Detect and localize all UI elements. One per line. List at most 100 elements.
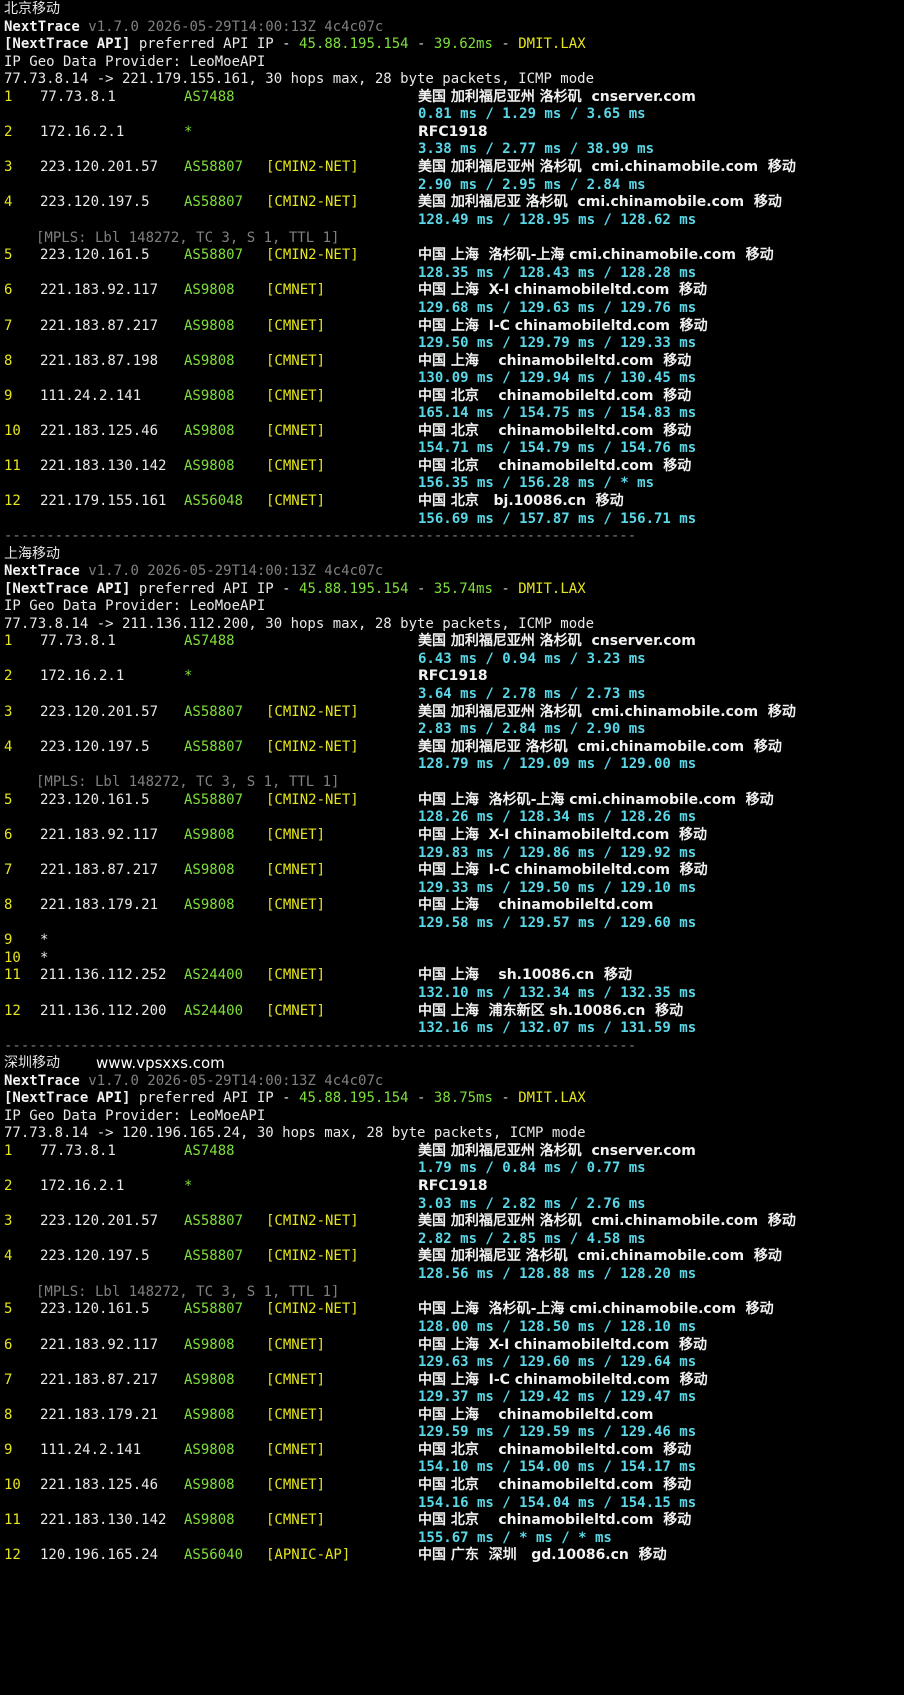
hop-asn: AS7488 — [184, 633, 235, 649]
hop-ip: 172.16.2.1 — [40, 1178, 125, 1194]
hop-number: 3 — [4, 159, 13, 175]
hop-ip: 172.16.2.1 — [40, 668, 125, 684]
hop-latency: 128.79 ms / 129.09 ms / 129.00 ms — [418, 756, 697, 772]
hop-row: 6 221.183.92.117 AS9808 [CMNET] 中国 上海 X-I ch… — [4, 826, 900, 845]
hop-netname: [CMNET] — [266, 282, 326, 298]
hop-latency: 129.50 ms / 129.79 ms / 129.33 ms — [418, 335, 697, 351]
hop-netname: [CMNET] — [266, 967, 326, 983]
hop-latency: 1.79 ms / 0.84 ms / 0.77 ms — [418, 1160, 646, 1176]
hop-netname: [CMNET] — [266, 1512, 326, 1528]
hop-asn: * — [184, 1178, 193, 1194]
hop-netname: [CMIN2-NET] — [266, 194, 359, 210]
hop-asn: AS9808 — [184, 1512, 235, 1528]
hop-ip: 120.196.165.24 — [40, 1547, 159, 1563]
provider-line: IP Geo Data Provider: LeoMoeAPI — [4, 597, 900, 616]
hop-netname: [CMIN2-NET] — [266, 1213, 359, 1229]
hop-time-row: 129.68 ms / 129.63 ms / 129.76 ms — [4, 299, 900, 318]
hop-row: 6 221.183.92.117 AS9808 [CMNET] 中国 上海 X-I ch… — [4, 281, 900, 300]
hop-time-row: 128.00 ms / 128.50 ms / 128.10 ms — [4, 1318, 900, 1337]
api-label: [NextTrace API] — [4, 1090, 131, 1106]
hop-ip: 211.136.112.252 — [40, 967, 167, 983]
hop-time-row: 129.63 ms / 129.60 ms / 129.64 ms — [4, 1353, 900, 1372]
hop-ip: 223.120.201.57 — [40, 1213, 159, 1229]
hop-geo: 中国 北京 bj.10086.cn 移动 — [418, 493, 624, 509]
hop-geo: RFC1918 — [418, 668, 488, 684]
api-text: preferred API IP - — [138, 1090, 291, 1106]
hop-geo: 美国 加利福尼亚 洛杉矶 cmi.chinamobile.com 移动 — [418, 1248, 782, 1264]
hop-row: 9 * — [4, 931, 900, 950]
hop-ip: 223.120.161.5 — [40, 1301, 150, 1317]
hop-row: 5 223.120.161.5 AS58807 [CMIN2-NET] 中国 上海 洛杉… — [4, 1300, 900, 1319]
hop-number: 8 — [4, 897, 13, 913]
hop-asn: * — [184, 668, 193, 684]
trace-target: 77.73.8.14 -> 221.179.155.161, 30 hops m… — [4, 71, 595, 87]
provider-text: IP Geo Data Provider: LeoMoeAPI — [4, 598, 266, 614]
hop-latency: 165.14 ms / 154.75 ms / 154.83 ms — [418, 405, 697, 421]
hop-geo: 美国 加利福尼亚州 洛杉矶 cmi.chinamobile.com 移动 — [418, 1213, 796, 1229]
api-latency: 38.75ms — [433, 1090, 493, 1106]
hop-asn: AS9808 — [184, 862, 235, 878]
mpls-row: [MPLS: Lbl 148272, TC 3, S 1, TTL 1] — [4, 773, 900, 792]
hop-number: 11 — [4, 1512, 21, 1528]
hop-latency: 128.56 ms / 128.88 ms / 128.20 ms — [418, 1266, 697, 1282]
hop-geo: 美国 加利福尼亚 洛杉矶 cmi.chinamobile.com 移动 — [418, 194, 782, 210]
hop-asn: AS9808 — [184, 282, 235, 298]
hop-netname: [APNIC-AP] — [266, 1547, 351, 1563]
hop-time-row: 3.38 ms / 2.77 ms / 38.99 ms — [4, 140, 900, 159]
api-ip: 45.88.195.154 — [299, 1090, 409, 1106]
hop-row: 2 172.16.2.1 * RFC1918 — [4, 667, 900, 686]
hop-number: 4 — [4, 1248, 13, 1264]
hop-latency: 132.16 ms / 132.07 ms / 131.59 ms — [418, 1020, 697, 1036]
hop-asn: AS58807 — [184, 1213, 244, 1229]
trace-target: 77.73.8.14 -> 120.196.165.24, 30 hops ma… — [4, 1125, 586, 1141]
hop-geo: 中国 北京 chinamobileltd.com 移动 — [418, 1477, 692, 1493]
api-label: [NextTrace API] — [4, 581, 131, 597]
hop-time-row: 3.64 ms / 2.78 ms / 2.73 ms — [4, 685, 900, 704]
hop-asn: AS58807 — [184, 194, 244, 210]
section-separator: ----------------------------------------… — [4, 527, 900, 546]
hop-ip: 221.179.155.161 — [40, 493, 167, 509]
section-title-text: 上海移动 — [4, 546, 60, 562]
trace-target: 77.73.8.14 -> 211.136.112.200, 30 hops m… — [4, 616, 595, 632]
hop-number: 11 — [4, 967, 21, 983]
hop-row: 11 221.183.130.142 AS9808 [CMNET] 中国 北京 chin… — [4, 1511, 900, 1530]
hop-latency: 128.00 ms / 128.50 ms / 128.10 ms — [418, 1319, 697, 1335]
hop-latency: 128.49 ms / 128.95 ms / 128.62 ms — [418, 212, 697, 228]
hop-row: 12 120.196.165.24 AS56040 [APNIC-AP] 中国 广东 深… — [4, 1546, 900, 1565]
trace-line: 77.73.8.14 -> 221.179.155.161, 30 hops m… — [4, 70, 900, 89]
nexttrace-name: NextTrace — [4, 19, 80, 35]
api-text: preferred API IP - — [138, 36, 291, 52]
hop-latency: 128.26 ms / 128.34 ms / 128.26 ms — [418, 809, 697, 825]
api-node: DMIT.LAX — [518, 581, 586, 597]
hop-latency: 129.68 ms / 129.63 ms / 129.76 ms — [418, 300, 697, 316]
nexttrace-version-line: NextTrace v1.7.0 2026-05-29T14:00:13Z 4c… — [4, 562, 900, 581]
hop-geo: 中国 上海 X-I chinamobileltd.com 移动 — [418, 282, 708, 298]
hop-latency: 132.10 ms / 132.34 ms / 132.35 ms — [418, 985, 697, 1001]
hop-geo: 中国 上海 chinamobileltd.com — [418, 897, 654, 913]
hop-number: 9 — [4, 932, 13, 948]
nexttrace-version: v1.7.0 2026-05-29T14:00:13Z 4c4c07c — [88, 563, 384, 579]
hop-netname: [CMIN2-NET] — [266, 247, 359, 263]
hop-netname: [CMIN2-NET] — [266, 1248, 359, 1264]
hop-number: 5 — [4, 247, 13, 263]
separator-line: ----------------------------------------… — [4, 1038, 637, 1054]
hop-geo: RFC1918 — [418, 1178, 488, 1194]
hop-time-row: 0.81 ms / 1.29 ms / 3.65 ms — [4, 105, 900, 124]
hop-time-row: 130.09 ms / 129.94 ms / 130.45 ms — [4, 369, 900, 388]
hop-number: 12 — [4, 493, 21, 509]
api-line: [NextTrace API] preferred API IP - 45.88… — [4, 1090, 586, 1106]
hop-geo: 中国 上海 洛杉矶-上海 cmi.chinamobile.com 移动 — [418, 247, 774, 263]
section-title: 深圳移动 www.vpsxxs.com — [4, 1054, 900, 1073]
hop-latency: 129.63 ms / 129.60 ms / 129.64 ms — [418, 1354, 697, 1370]
hop-latency: 154.71 ms / 154.79 ms / 154.76 ms — [418, 440, 697, 456]
mpls-label: [MPLS: Lbl 148272, TC 3, S 1, TTL 1] — [36, 774, 340, 790]
api-node: DMIT.LAX — [518, 1090, 586, 1106]
provider-text: IP Geo Data Provider: LeoMoeAPI — [4, 54, 266, 70]
hop-latency: 0.81 ms / 1.29 ms / 3.65 ms — [418, 106, 646, 122]
hop-netname: [CMIN2-NET] — [266, 159, 359, 175]
hop-geo: 美国 加利福尼亚州 洛杉矶 cmi.chinamobile.com 移动 — [418, 159, 796, 175]
hop-ip: 223.120.197.5 — [40, 194, 150, 210]
mpls-label: [MPLS: Lbl 148272, TC 3, S 1, TTL 1] — [36, 1284, 340, 1300]
mpls-label: [MPLS: Lbl 148272, TC 3, S 1, TTL 1] — [36, 230, 340, 246]
hop-time-row: 156.35 ms / 156.28 ms / * ms — [4, 474, 900, 493]
